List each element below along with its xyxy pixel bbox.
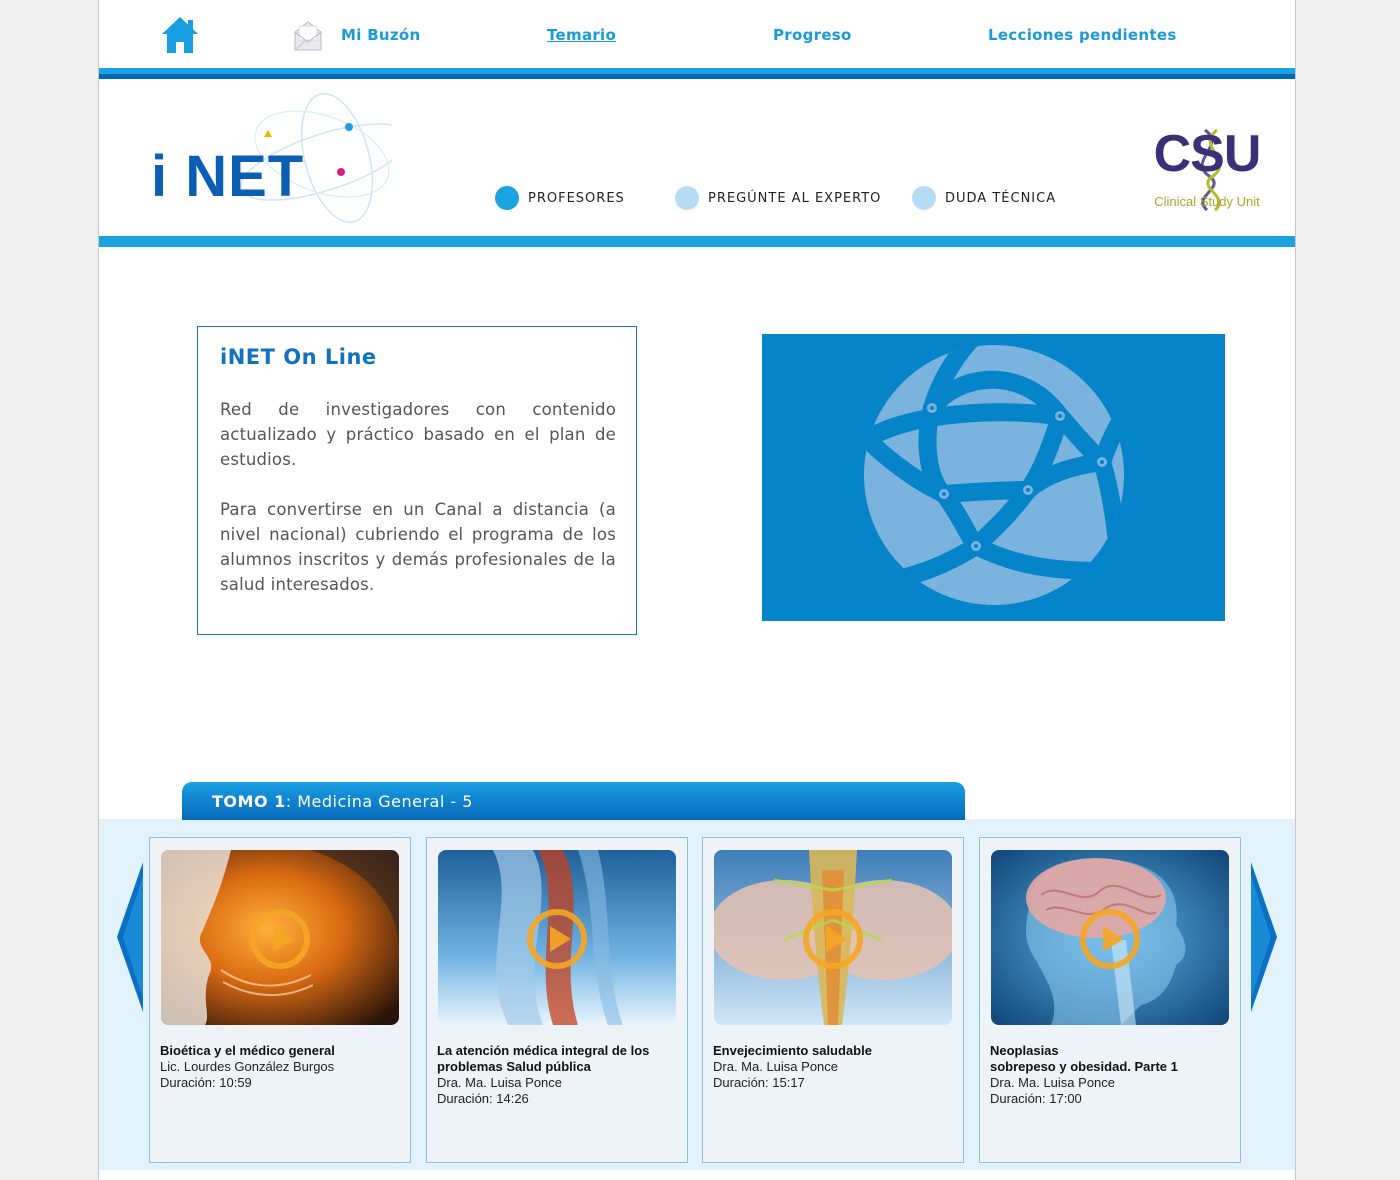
lesson-thumbnail xyxy=(438,850,676,1025)
lesson-info: Envejecimiento saludable Dra. Ma. Luisa … xyxy=(713,1043,953,1091)
carousel-next-arrow-icon[interactable] xyxy=(1249,862,1277,1012)
nav-temario[interactable]: Temario xyxy=(547,26,616,44)
lesson-info: Neoplasias sobrepeso y obesidad. Parte 1… xyxy=(990,1043,1230,1107)
lesson-thumbnail xyxy=(714,850,952,1025)
lesson-card-envejecimiento[interactable]: Envejecimiento saludable Dra. Ma. Luisa … xyxy=(702,837,964,1163)
pregunte-experto-dot-icon xyxy=(675,186,699,210)
network-globe-icon xyxy=(864,345,1124,605)
inet-logo-text: i NET xyxy=(151,144,305,209)
carousel-prev-arrow-icon[interactable] xyxy=(117,862,145,1012)
lesson-title: Envejecimiento saludable xyxy=(713,1043,872,1058)
play-icon[interactable] xyxy=(526,908,588,970)
mail-icon[interactable] xyxy=(293,20,323,52)
intro-title: iNET On Line xyxy=(220,345,377,369)
header-divider xyxy=(99,236,1295,247)
header-link-pregunte-experto[interactable]: PREGÚNTE AL EXPERTO xyxy=(675,184,881,212)
duda-tecnica-label: DUDA TÉCNICA xyxy=(945,190,1057,206)
top-navigation: Mi Buzón Temario Progreso Lecciones pend… xyxy=(99,0,1295,68)
tomo-subject: : Medicina General - 5 xyxy=(285,792,473,811)
intro-paragraph-1: Red de investigadores con contenido actu… xyxy=(220,400,616,469)
lesson-author: Lic. Lourdes González Burgos xyxy=(160,1059,335,1074)
lesson-card-atencion-medica[interactable]: La atención médica integral de los probl… xyxy=(426,837,688,1163)
lesson-title: Bioética y el médico general xyxy=(160,1043,335,1058)
intro-box: iNET On Line Red de investigadores con c… xyxy=(197,326,637,635)
lesson-info: La atención médica integral de los probl… xyxy=(437,1043,677,1107)
pregunte-experto-label: PREGÚNTE AL EXPERTO xyxy=(708,190,882,206)
lesson-title: Neoplasias sobrepeso y obesidad. Parte 1 xyxy=(990,1043,1178,1074)
nav-lecciones-pendientes[interactable]: Lecciones pendientes xyxy=(988,26,1177,44)
nav-mi-buzon[interactable]: Mi Buzón xyxy=(341,26,421,44)
lesson-duration: Duración: 17:00 xyxy=(990,1091,1082,1106)
lesson-title: La atención médica integral de los probl… xyxy=(437,1043,650,1074)
lesson-card-bioetica[interactable]: Bioética y el médico general Lic. Lourde… xyxy=(149,837,411,1163)
lesson-thumbnail xyxy=(161,850,399,1025)
page: Mi Buzón Temario Progreso Lecciones pend… xyxy=(98,0,1296,1180)
csu-logo-subtitle: Clinical Study Unit xyxy=(1154,194,1260,209)
header-link-duda-tecnica[interactable]: DUDA TÉCNICA xyxy=(912,184,1056,212)
play-icon[interactable] xyxy=(1079,908,1141,970)
profesores-label: PROFESORES xyxy=(528,190,625,206)
tomo-label: TOMO 1: Medicina General - 5 xyxy=(212,792,473,811)
lesson-duration: Duración: 10:59 xyxy=(160,1075,252,1090)
intro-paragraph-2: Para convertirse en un Canal a distancia… xyxy=(220,500,616,594)
tomo-number: TOMO 1 xyxy=(212,792,286,811)
home-icon[interactable] xyxy=(161,15,199,55)
play-icon[interactable] xyxy=(802,908,864,970)
lesson-card-neoplasias[interactable]: Neoplasias sobrepeso y obesidad. Parte 1… xyxy=(979,837,1241,1163)
globe-illustration xyxy=(762,334,1225,621)
lesson-author: Dra. Ma. Luisa Ponce xyxy=(437,1075,563,1090)
tomo-tab[interactable]: TOMO 1: Medicina General - 5 xyxy=(182,782,965,820)
header-link-profesores[interactable]: PROFESORES xyxy=(495,184,625,212)
lesson-author: Dra. Ma. Luisa Ponce xyxy=(713,1059,839,1074)
nav-divider-dark xyxy=(99,74,1295,79)
duda-tecnica-dot-icon xyxy=(912,186,936,210)
lesson-info: Bioética y el médico general Lic. Lourde… xyxy=(160,1043,400,1091)
csu-logo-letters: CSU xyxy=(1153,125,1262,183)
nav-progreso[interactable]: Progreso xyxy=(773,26,852,44)
lesson-duration: Duración: 15:17 xyxy=(713,1075,805,1090)
profesores-dot-icon xyxy=(495,186,519,210)
lesson-author: Dra. Ma. Luisa Ponce xyxy=(990,1075,1116,1090)
play-icon[interactable] xyxy=(249,908,311,970)
lesson-thumbnail xyxy=(991,850,1229,1025)
lesson-duration: Duración: 14:26 xyxy=(437,1091,529,1106)
